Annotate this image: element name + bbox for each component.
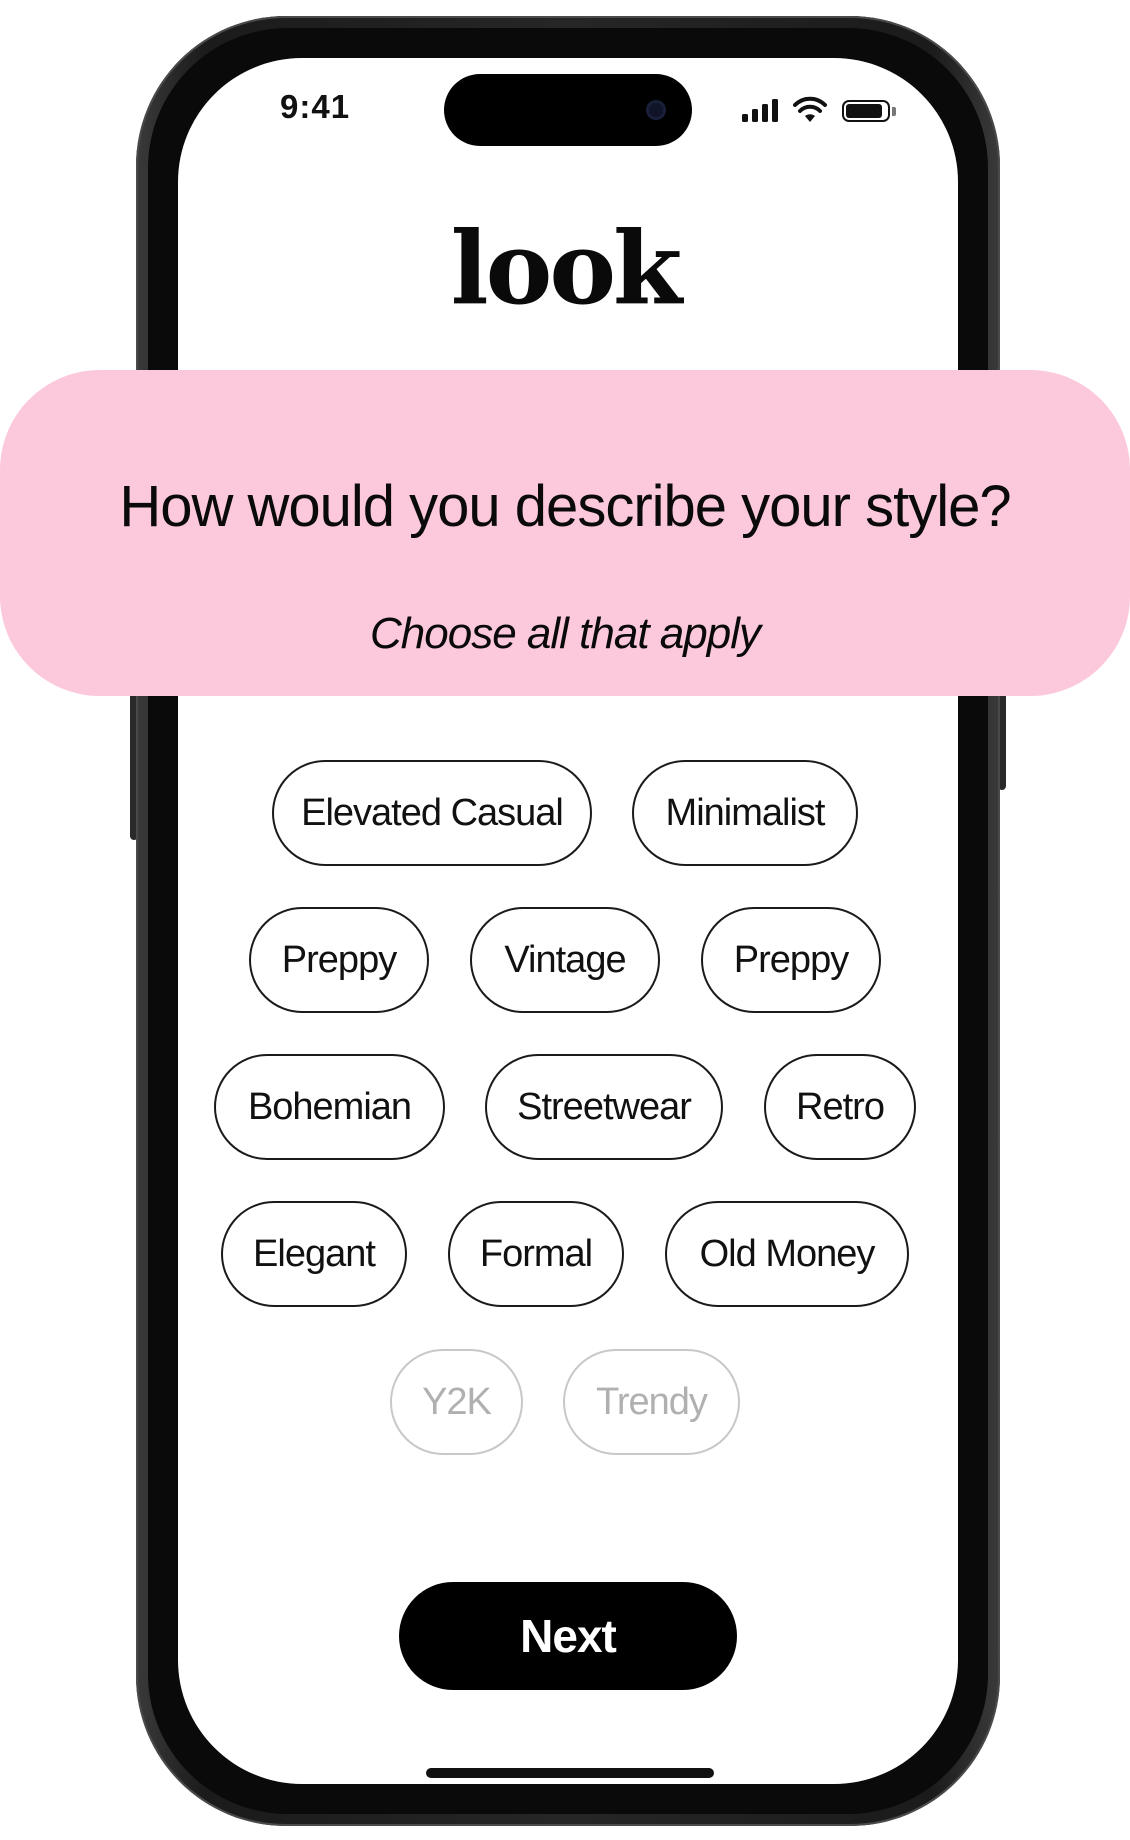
front-camera-icon bbox=[646, 100, 666, 120]
status-icons bbox=[742, 96, 902, 126]
question-title: How would you describe your style? bbox=[119, 474, 1011, 539]
style-chip-vintage[interactable]: Vintage bbox=[470, 907, 660, 1013]
dynamic-island bbox=[444, 74, 692, 146]
battery-nub bbox=[892, 107, 896, 116]
style-chip-retro[interactable]: Retro bbox=[764, 1054, 916, 1160]
next-button[interactable]: Next bbox=[399, 1582, 737, 1690]
status-time: 9:41 bbox=[280, 88, 351, 125]
style-chip-y2k[interactable]: Y2K bbox=[390, 1349, 523, 1455]
battery-icon bbox=[842, 100, 890, 122]
home-indicator bbox=[426, 1768, 714, 1778]
style-chip-bohemian[interactable]: Bohemian bbox=[214, 1054, 445, 1160]
question-subtitle: Choose all that apply bbox=[370, 609, 761, 658]
style-chip-preppy-2[interactable]: Preppy bbox=[701, 907, 881, 1013]
style-chip-minimalist[interactable]: Minimalist bbox=[632, 760, 858, 866]
style-chip-preppy[interactable]: Preppy bbox=[249, 907, 429, 1013]
style-chip-trendy[interactable]: Trendy bbox=[563, 1349, 740, 1455]
wifi-icon bbox=[793, 96, 827, 122]
style-chip-streetwear[interactable]: Streetwear bbox=[485, 1054, 723, 1160]
style-chip-formal[interactable]: Formal bbox=[448, 1201, 624, 1307]
app-logo: look bbox=[450, 209, 683, 327]
style-chip-elegant[interactable]: Elegant bbox=[221, 1201, 407, 1307]
style-chip-elevated-casual[interactable]: Elevated Casual bbox=[272, 760, 592, 866]
canvas: 9:41 look How would you describe your st… bbox=[0, 0, 1130, 1840]
style-chip-old-money[interactable]: Old Money bbox=[665, 1201, 909, 1307]
